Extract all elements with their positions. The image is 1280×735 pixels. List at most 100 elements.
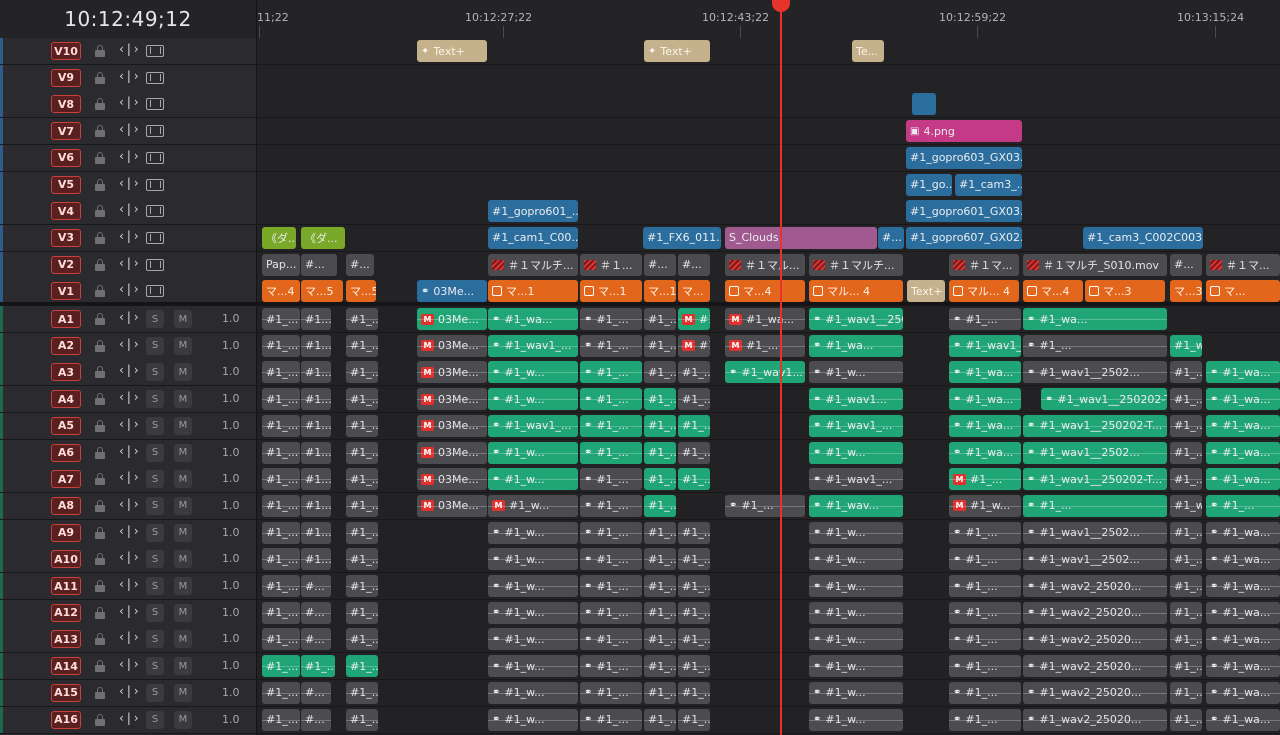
auto-select-icon[interactable]: ‹|› [118, 282, 140, 296]
track-destination-a4[interactable]: A4 [51, 390, 81, 409]
audio-clip[interactable]: #1... [301, 388, 331, 411]
audio-clip[interactable]: #1_... [1170, 521, 1202, 544]
lock-icon[interactable] [95, 526, 105, 539]
audio-clip[interactable]: ⚭ #1_w... [488, 655, 578, 678]
audio-clip[interactable]: M 03Me... [417, 334, 487, 357]
solo-button[interactable]: S [146, 443, 164, 462]
audio-clip[interactable]: ⚭ #1_... [949, 681, 1021, 704]
track-video-toggle-icon[interactable] [146, 205, 164, 218]
video-clip[interactable]: マ...3 [1085, 280, 1165, 303]
audio-clip[interactable]: ⚭ #1_wa... [809, 334, 903, 357]
audio-clip[interactable]: ⚭ #1_wa... [1206, 441, 1280, 464]
audio-clip[interactable]: #1... [301, 441, 331, 464]
audio-clip[interactable]: #1_... [1170, 361, 1202, 384]
track-destination-a9[interactable]: A9 [51, 523, 81, 542]
lane-v7[interactable]: ▣ 4.png [257, 118, 1280, 146]
lock-icon[interactable] [95, 446, 105, 459]
video-clip[interactable]: マ...3 [1170, 280, 1202, 303]
track-destination-v7[interactable]: V7 [51, 122, 81, 141]
track-destination-a1[interactable]: A1 [51, 310, 81, 328]
audio-clip[interactable]: #1_... [644, 575, 676, 597]
audio-clip[interactable]: #1_... [678, 681, 710, 704]
audio-clip[interactable]: #1_... [644, 361, 676, 384]
audio-clip[interactable]: ⚭ #1_wa... [949, 361, 1021, 384]
timecode-display[interactable]: 10:12:49;12 [0, 0, 256, 39]
audio-clip[interactable]: #1_... [1170, 681, 1202, 704]
audio-clip[interactable]: M#1_... [949, 468, 1021, 491]
lane-a8[interactable]: #1_...#1...#1_...M03Me...M#1_w...⚭#1_...… [257, 492, 1280, 520]
mute-button[interactable]: M [174, 603, 192, 622]
lane-a7[interactable]: #1_...#1...#1_...M03Me...⚭#1_w...⚭#1_...… [257, 466, 1280, 494]
audio-clip[interactable]: #1_... [644, 628, 676, 651]
lane-a9[interactable]: #1_...#1...#1_...⚭#1_w...⚭#1_...#1_...#1… [257, 519, 1280, 547]
audio-clip[interactable]: #1_... [1170, 575, 1202, 597]
video-clip[interactable]: マル... 4 [809, 280, 903, 303]
mute-button[interactable]: M [174, 470, 192, 489]
mute-button[interactable]: M [174, 363, 192, 382]
audio-clip[interactable]: ⚭ #1_wa... [488, 308, 578, 330]
solo-button[interactable]: S [146, 710, 164, 729]
video-clip[interactable]: #1_gopro601_... [488, 200, 578, 223]
audio-clip[interactable]: ⚭ #1_wa... [1206, 414, 1280, 437]
audio-clip[interactable]: ⚭ #1_w... [488, 708, 578, 731]
audio-clip[interactable]: M 03Me... [417, 468, 487, 491]
audio-clip[interactable]: ⚭ #1_wa... [1206, 708, 1280, 731]
solo-button[interactable]: S [146, 416, 164, 435]
audio-clip[interactable]: ⚭ #1_wa... [1206, 548, 1280, 571]
lock-icon[interactable] [95, 45, 105, 57]
audio-clip[interactable]: #1_... [262, 655, 300, 678]
audio-clip[interactable]: ⚭ #1_w... [488, 575, 578, 597]
video-clip[interactable]: ✦ Text+ [644, 40, 710, 62]
audio-clip[interactable]: #1_... [644, 468, 676, 491]
auto-select-icon[interactable]: ‹|› [118, 310, 140, 324]
audio-clip[interactable]: #1_... [644, 655, 676, 678]
solo-button[interactable]: S [146, 390, 164, 409]
track-destination-a10[interactable]: A10 [51, 550, 81, 569]
audio-clip[interactable]: #1_... [1170, 655, 1202, 678]
track-destination-a12[interactable]: A12 [51, 603, 81, 622]
video-clip[interactable]: Te... [852, 40, 884, 62]
track-destination-a6[interactable]: A6 [51, 443, 81, 462]
auto-select-icon[interactable]: ‹|› [118, 630, 140, 644]
audio-clip[interactable]: #1... [301, 468, 331, 491]
audio-clip[interactable]: #1_... [262, 468, 300, 491]
audio-clip[interactable]: ⚭ #1_w... [809, 628, 903, 651]
audio-clip[interactable]: ⚭ #1_w... [488, 521, 578, 544]
lock-icon[interactable] [95, 473, 105, 486]
audio-clip[interactable]: ⚭ #1_w... [809, 601, 903, 624]
audio-clip[interactable]: ⚭ #1_w... [809, 548, 903, 571]
audio-clip[interactable]: ⚭ #1_... [580, 601, 642, 624]
audio-clip[interactable]: ⚭ #1_wa... [1206, 655, 1280, 678]
audio-clip[interactable]: #1_... [678, 575, 710, 597]
track-destination-v3[interactable]: V3 [51, 228, 81, 247]
video-clip[interactable]: #1_go... [906, 173, 952, 196]
lock-icon[interactable] [95, 393, 105, 406]
audio-clip[interactable]: ⚭ #1_wav2_25020... [1023, 681, 1167, 704]
audio-clip[interactable]: #1_... [678, 361, 710, 384]
track-destination-a16[interactable]: A16 [51, 710, 81, 729]
video-clip[interactable]: ▣ 4.png [906, 120, 1022, 143]
audio-clip[interactable]: ⚭ #1_... [949, 575, 1021, 597]
audio-clip[interactable]: ⚭ #1_wa... [1023, 308, 1167, 330]
video-clip[interactable]: Pap... [262, 253, 300, 276]
mute-button[interactable]: M [174, 390, 192, 409]
audio-clip[interactable]: #1_... [678, 628, 710, 651]
track-video-toggle-icon[interactable] [146, 231, 164, 244]
audio-clip[interactable]: ⚭ #1_... [580, 681, 642, 704]
video-clip[interactable]: #1_cam3_C002C003... [1083, 226, 1203, 249]
track-destination-a11[interactable]: A11 [51, 577, 81, 595]
lane-a14[interactable]: #1_...#1_...#1_...⚭#1_w...⚭#1_...#1_...#… [257, 653, 1280, 681]
audio-clip[interactable]: ⚭ #1_wa... [1206, 601, 1280, 624]
audio-clip[interactable]: ⚭ #1_... [580, 521, 642, 544]
audio-clip[interactable]: ⚭ #1_... [580, 361, 642, 384]
audio-clip[interactable]: #1_... [644, 388, 676, 411]
video-clip[interactable]: マル... 4 [949, 280, 1019, 303]
audio-clip[interactable]: #1_... [346, 601, 378, 624]
auto-select-icon[interactable]: ‹|› [118, 550, 140, 564]
lane-v4[interactable]: #1_gopro601_... #1_gopro601_GX03... [257, 198, 1280, 226]
solo-button[interactable]: S [146, 657, 164, 676]
audio-clip[interactable]: #1_... [262, 334, 300, 357]
track-destination-a3[interactable]: A3 [51, 363, 81, 382]
audio-clip[interactable]: #1_... [346, 521, 378, 544]
auto-select-icon[interactable]: ‹|› [118, 470, 140, 484]
